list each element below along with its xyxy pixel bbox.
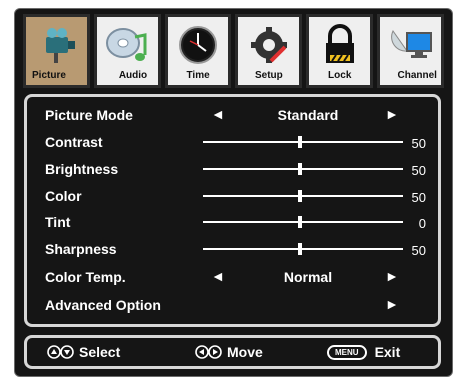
tab-label: Picture <box>32 70 66 81</box>
setting-label: Color <box>45 188 82 204</box>
slider-knob[interactable] <box>298 190 302 202</box>
slider-knob[interactable] <box>298 216 302 228</box>
tab-picture[interactable]: Picture <box>23 14 90 88</box>
setting-label: Sharpness <box>45 241 117 257</box>
tab-channel[interactable]: Channel <box>377 14 444 88</box>
setting-label: Contrast <box>45 134 103 150</box>
sharpness-slider[interactable] <box>203 243 403 255</box>
select-label: Select <box>79 344 121 360</box>
tab-label: Time <box>186 70 210 81</box>
tab-lock[interactable]: Lock <box>306 14 374 88</box>
picture-settings-panel: Picture Mode ◄ Standard ► Contrast 50 Br… <box>24 94 441 327</box>
tint-slider[interactable] <box>203 216 403 228</box>
setting-value: Standard <box>277 107 339 123</box>
tab-label: Lock <box>328 70 352 81</box>
contrast-row[interactable]: Contrast 50 <box>45 128 426 156</box>
help-bar: Select Move MENU Exit <box>24 335 441 369</box>
gear-tools-icon <box>250 27 287 63</box>
contrast-slider[interactable] <box>203 136 403 148</box>
setting-label: Tint <box>45 214 71 230</box>
color-temp-row[interactable]: Color Temp. ◄ Normal ► <box>45 263 426 291</box>
picture-mode-row[interactable]: Picture Mode ◄ Standard ► <box>45 101 426 129</box>
arrow-left-icon[interactable]: ◄ <box>211 106 225 122</box>
brightness-row[interactable]: Brightness 50 <box>45 155 426 183</box>
setting-label: Brightness <box>45 161 119 177</box>
music-disc-icon <box>106 28 147 61</box>
setting-label: Advanced Option <box>45 297 161 313</box>
move-hint: Move <box>195 344 263 360</box>
tv-osd-menu: Picture Audio Time Setup Lock Channel Pi… <box>14 8 453 377</box>
setting-label: Color Temp. <box>45 269 126 285</box>
tab-label: Channel <box>397 70 437 81</box>
tab-audio[interactable]: Audio <box>93 14 161 88</box>
tab-setup[interactable]: Setup <box>235 14 303 88</box>
setting-label: Picture Mode <box>45 107 133 123</box>
tab-time[interactable]: Time <box>164 14 232 88</box>
setting-value: 0 <box>418 216 426 231</box>
exit-label: Exit <box>374 344 401 360</box>
select-hint: Select <box>47 344 120 360</box>
arrow-left-icon[interactable]: ◄ <box>211 268 225 284</box>
arrow-right-icon[interactable]: ► <box>385 296 399 312</box>
arrow-right-icon[interactable]: ► <box>385 268 399 284</box>
color-slider[interactable] <box>203 190 403 202</box>
tint-row[interactable]: Tint 0 <box>45 208 426 236</box>
sharpness-row[interactable]: Sharpness 50 <box>45 235 426 263</box>
tab-label: Audio <box>118 70 148 81</box>
slider-knob[interactable] <box>298 136 302 148</box>
satellite-tv-icon <box>390 30 432 58</box>
arrow-right-icon[interactable]: ► <box>385 106 399 122</box>
setting-value: 50 <box>411 243 426 258</box>
color-row[interactable]: Color 50 <box>45 182 426 210</box>
tab-label: Setup <box>255 70 283 81</box>
slider-knob[interactable] <box>298 163 302 175</box>
brightness-slider[interactable] <box>203 163 403 175</box>
setting-value: 50 <box>411 190 426 205</box>
left-right-arrows-icon <box>195 345 222 359</box>
slider-knob[interactable] <box>298 243 302 255</box>
move-label: Move <box>227 344 263 360</box>
setting-value: Normal <box>283 269 333 285</box>
menu-key-icon: MENU <box>327 344 367 360</box>
menu-tabs: Picture Audio Time Setup Lock Channel <box>23 14 444 88</box>
clock-icon <box>179 26 218 64</box>
setting-value: 50 <box>411 163 426 178</box>
advanced-option-row[interactable]: Advanced Option ► <box>45 291 426 319</box>
exit-hint: MENU Exit <box>327 344 400 360</box>
setting-value: 50 <box>411 136 426 151</box>
padlock-icon <box>325 24 354 63</box>
up-down-arrows-icon <box>47 345 74 359</box>
camera-icon <box>46 28 76 63</box>
